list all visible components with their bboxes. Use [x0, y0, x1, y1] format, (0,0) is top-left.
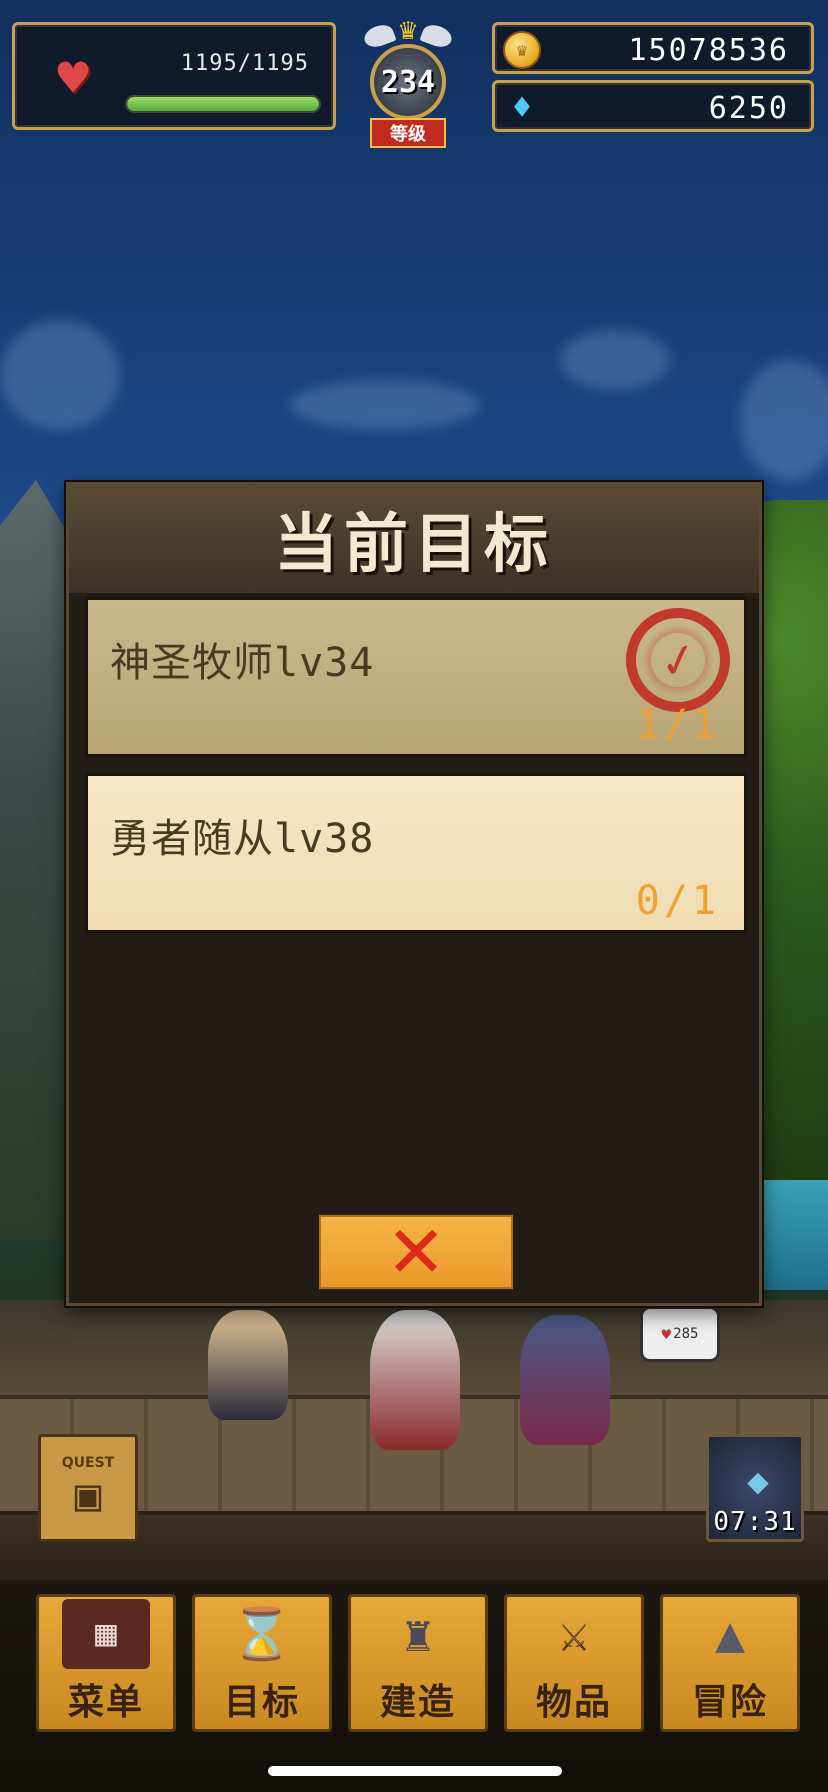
bottom-nav: ▦ 菜单 ⌛ 目标 ♜ 建造 ⚔ 物品 ▲ 冒险 [0, 1580, 828, 1792]
crown-icon: ♛ [398, 12, 418, 47]
quest-card-pending[interactable]: 勇者随从lv38 0/1 [85, 773, 747, 933]
timer-text: 07:31 [713, 1507, 797, 1537]
gold-panel[interactable]: ♛ 15078536 [492, 22, 814, 74]
current-objectives-dialog: 当前目标 神圣牧师lv34 ✓ 1/1 勇者随从lv38 0/1 ✕ [66, 482, 762, 1306]
close-x-icon: ✕ [385, 1210, 447, 1294]
treasure-chest-icon: ▣ [74, 1470, 102, 1521]
castle-icon: ♜ [402, 1605, 434, 1663]
gem-orb-icon: ◆ [747, 1461, 769, 1502]
quest-chest-button[interactable]: QUEST ▣ [38, 1434, 138, 1542]
hp-panel: ♥ 1195/1195 [12, 22, 336, 130]
hp-bar [125, 95, 321, 113]
nav-build-button[interactable]: ♜ 建造 [348, 1594, 488, 1732]
quest-chest-label: QUEST [61, 1455, 115, 1471]
nav-label: 建造 [379, 1682, 456, 1723]
heart-icon: ♥ [661, 1324, 672, 1344]
gem-value: 6250 [708, 91, 789, 126]
cloud [740, 360, 828, 480]
cloud [560, 330, 670, 390]
nav-label: 菜单 [67, 1682, 144, 1723]
cloud [0, 320, 120, 430]
gem-panel[interactable]: ♦ 6250 [492, 80, 814, 132]
quest-card-completed[interactable]: 神圣牧师lv34 ✓ 1/1 [85, 597, 747, 757]
nav-menu-button[interactable]: ▦ 菜单 [36, 1594, 176, 1732]
nav-label: 目标 [223, 1682, 300, 1723]
gold-value: 15078536 [628, 33, 789, 68]
beast-hero-sprite [520, 1315, 610, 1445]
hp-bar-fill [127, 97, 319, 111]
mountain-icon: ▲ [714, 1605, 746, 1663]
nav-adventure-button[interactable]: ▲ 冒险 [660, 1594, 800, 1732]
knight-hero-sprite [370, 1310, 460, 1450]
close-button[interactable]: ✕ [319, 1215, 513, 1289]
diamond-icon: ♦ [511, 88, 533, 128]
dialog-title: 当前目标 [274, 508, 554, 582]
nav-objectives-button[interactable]: ⌛ 目标 [192, 1594, 332, 1732]
quest-progress: 1/1 [635, 702, 720, 748]
level-label: 等级 [370, 118, 446, 148]
grid-menu-icon: ▦ [62, 1599, 150, 1669]
reward-timer-button[interactable]: ◆ 07:31 [706, 1434, 804, 1542]
heart-icon: ♥ [57, 49, 89, 109]
maid-hero-sprite [208, 1310, 288, 1420]
quest-name: 勇者随从lv38 [110, 816, 375, 862]
home-indicator[interactable] [268, 1766, 562, 1776]
nav-label: 冒险 [691, 1682, 768, 1723]
level-value: 234 [370, 44, 446, 120]
items-bag-icon: ⚔ [558, 1605, 590, 1663]
quest-name: 神圣牧师lv34 [110, 640, 375, 686]
cloud [290, 380, 480, 430]
gold-coin-icon: ♛ [503, 31, 541, 69]
enemy-hp-value: 285 [673, 1326, 699, 1342]
hp-value: 1195/1195 [180, 51, 309, 76]
quest-progress: 0/1 [635, 878, 720, 924]
nav-items-button[interactable]: ⚔ 物品 [504, 1594, 644, 1732]
quest-scroll-icon: ⌛ [230, 1605, 294, 1663]
dialog-header: 当前目标 [69, 485, 759, 593]
enemy-hp-bubble: ♥ 285 [640, 1306, 720, 1362]
nav-label: 物品 [535, 1682, 612, 1723]
level-badge[interactable]: ♛ 234 等级 [358, 12, 458, 148]
